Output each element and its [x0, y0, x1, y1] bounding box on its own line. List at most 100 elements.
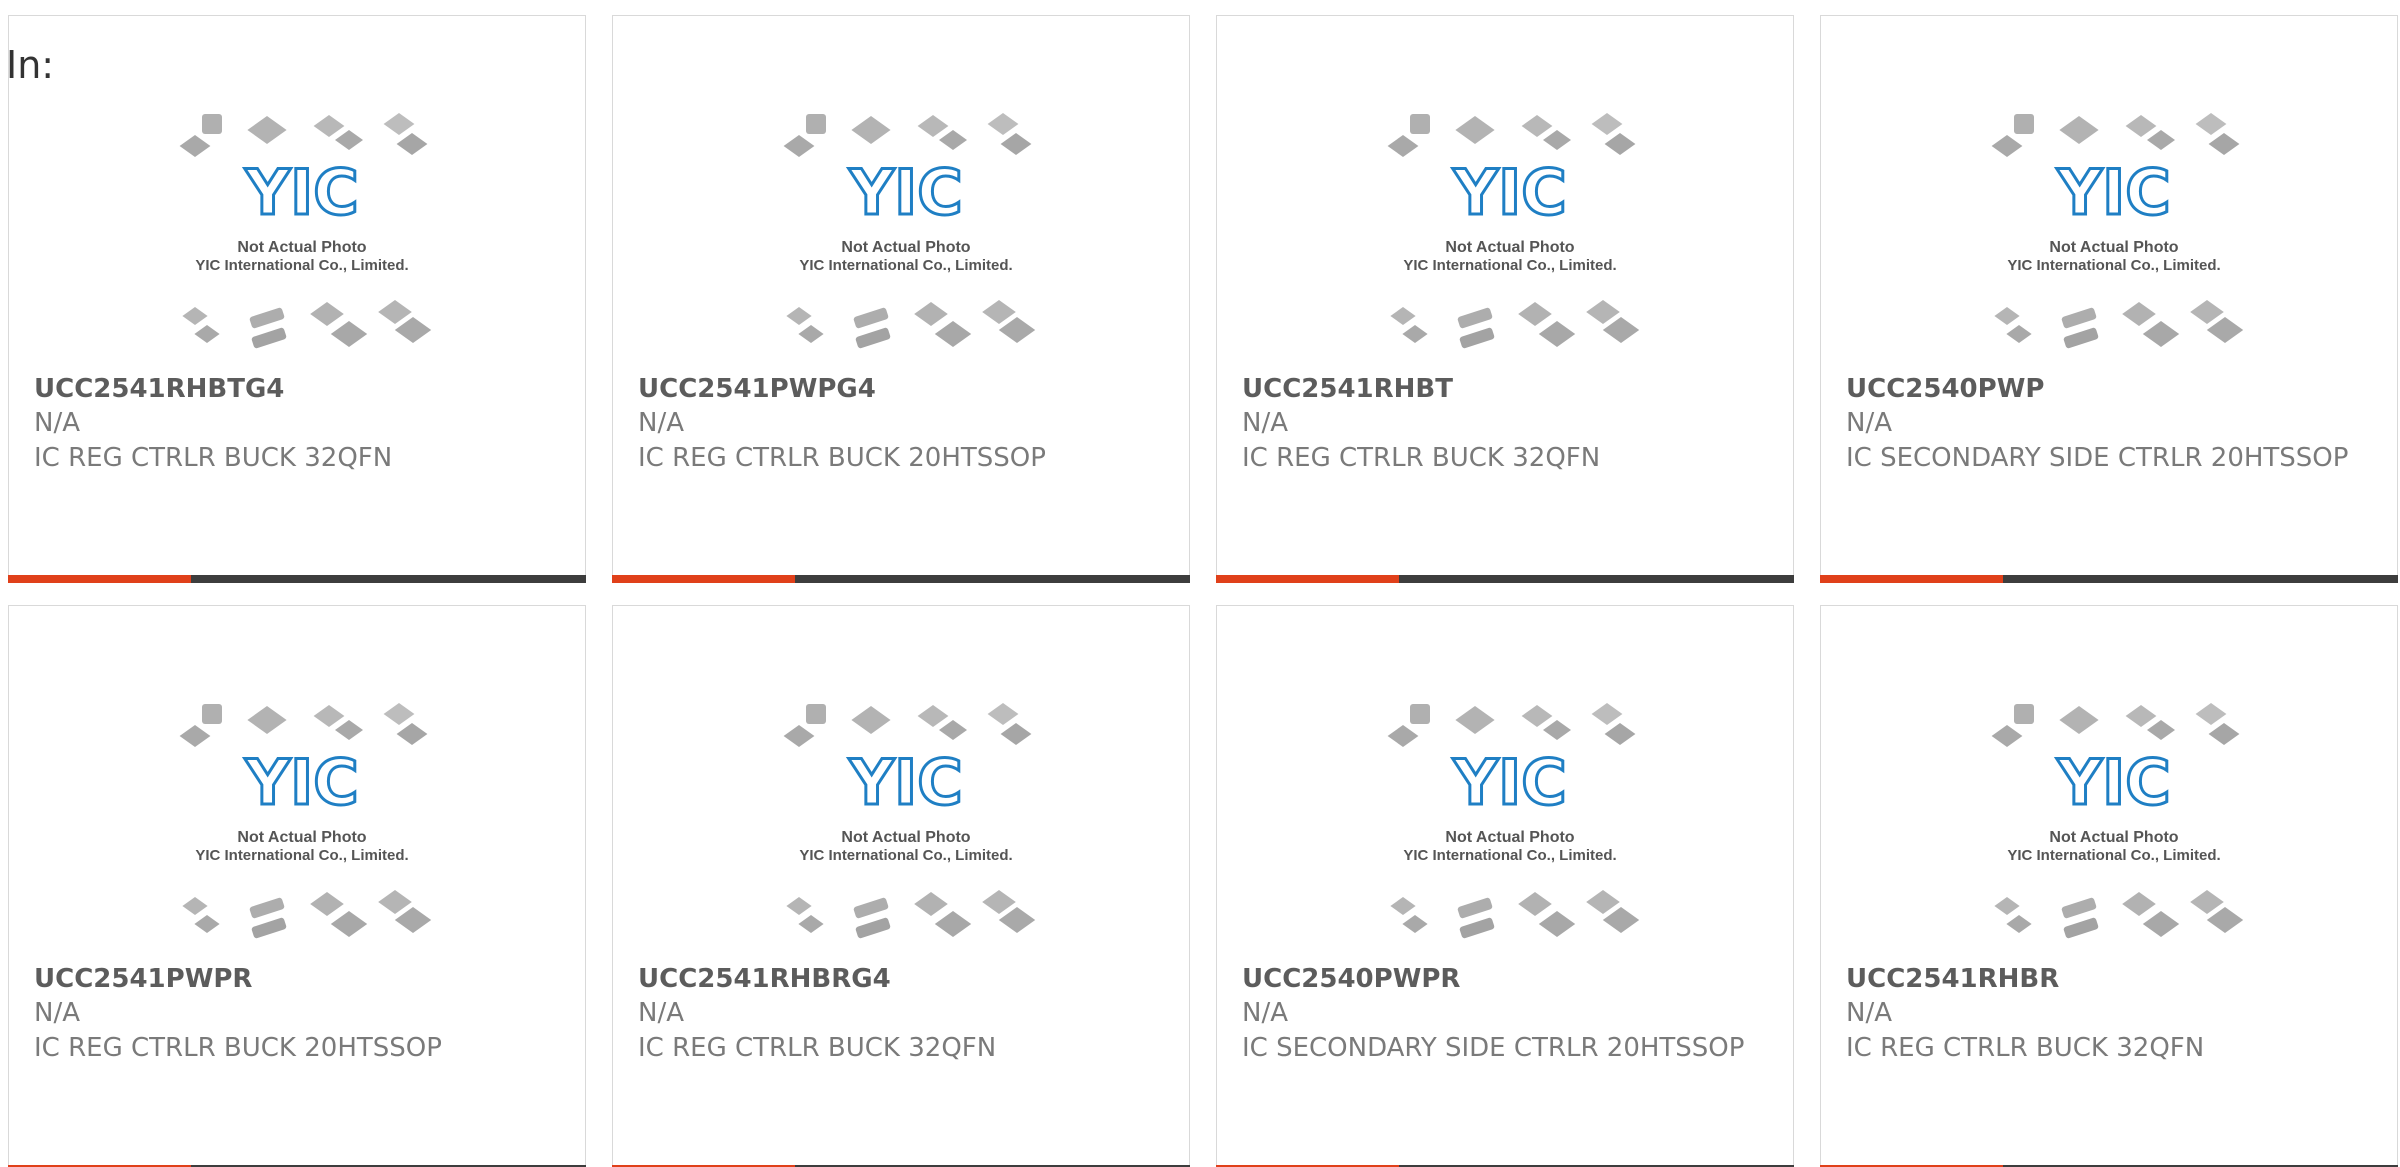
- chip-shape: [2147, 130, 2175, 150]
- chip-shape: [247, 706, 287, 734]
- company-caption: YIC International Co., Limited.: [2007, 257, 2220, 274]
- chip-shape: [1604, 133, 1636, 155]
- chip-shape: [2122, 302, 2156, 326]
- chip-shape: [853, 897, 889, 919]
- chip-shape: [914, 302, 948, 326]
- chip-shape: [335, 720, 363, 740]
- company-caption: YIC International Co., Limited.: [195, 847, 408, 864]
- chip-shape: [1604, 723, 1636, 745]
- product-card[interactable]: YIC Not Actual Photo YIC International Co.…: [1820, 15, 2398, 583]
- chip-shape: [1602, 317, 1640, 343]
- chip-shape: [1538, 321, 1576, 347]
- brand-logo: YIC: [244, 746, 358, 819]
- chip-shape: [396, 723, 428, 745]
- part-number[interactable]: UCC2541RHBR: [1846, 964, 2059, 994]
- chip-shape: [1521, 115, 1553, 137]
- chip-placeholder-graphic: YIC Not Actual PhotoYIC International Co.…: [1991, 703, 2244, 939]
- chip-shape: [1994, 897, 2020, 915]
- chip-shape: [1586, 890, 1620, 914]
- chip-shape: [2206, 317, 2244, 343]
- chip-shape: [1457, 897, 1493, 919]
- photo-caption: Not Actual Photo: [2049, 829, 2178, 846]
- chip-shape: [917, 115, 949, 137]
- product-description: IC REG CTRLR BUCK 32QFN: [1242, 443, 1601, 473]
- chip-shape: [982, 890, 1016, 914]
- chip-shape: [1586, 300, 1620, 324]
- chip-placeholder-graphic: YIC Not Actual PhotoYIC International Co.…: [1387, 113, 1640, 349]
- chip-shape: [378, 300, 412, 324]
- part-number[interactable]: UCC2541PWPR: [34, 964, 252, 994]
- chip-shape: [2208, 723, 2240, 745]
- card-footer-accent: [612, 575, 795, 583]
- manufacturer: N/A: [638, 408, 684, 438]
- chip-placeholder-icon: YIC Not Actual Photo YIC International Co.…: [771, 696, 1041, 948]
- manufacturer: N/A: [34, 998, 80, 1028]
- brand-logo: YIC: [1452, 156, 1566, 229]
- part-number[interactable]: UCC2541RHBTG4: [34, 374, 284, 404]
- chip-shape: [798, 915, 824, 933]
- chip-shape: [1387, 135, 1419, 157]
- card-footer-bar: [1216, 575, 1794, 583]
- part-number[interactable]: UCC2541RHBT: [1242, 374, 1453, 404]
- brand-logo: YIC: [244, 156, 358, 229]
- part-number[interactable]: UCC2541RHBRG4: [638, 964, 891, 994]
- chip-shape: [1387, 725, 1419, 747]
- manufacturer: N/A: [1846, 998, 1892, 1028]
- brand-logo: YIC: [2056, 746, 2170, 819]
- card-footer-bar: [612, 575, 1190, 583]
- chip-shape: [2059, 116, 2099, 144]
- chip-shape: [2195, 703, 2227, 725]
- chip-shape: [2195, 113, 2227, 135]
- chip-shape: [998, 907, 1036, 933]
- photo-caption: Not Actual Photo: [237, 829, 366, 846]
- part-number[interactable]: UCC2540PWPR: [1242, 964, 1460, 994]
- company-caption: YIC International Co., Limited.: [1403, 257, 1616, 274]
- chip-shape: [202, 704, 222, 724]
- chip-shape: [1518, 302, 1552, 326]
- product-card[interactable]: YIC Not Actual Photo YIC International Co.…: [8, 15, 586, 583]
- part-number[interactable]: UCC2540PWP: [1846, 374, 2044, 404]
- product-card[interactable]: YIC Not Actual Photo YIC International Co.…: [612, 605, 1190, 1167]
- chip-shape: [2014, 704, 2034, 724]
- photo-caption: Not Actual Photo: [2049, 239, 2178, 256]
- chip-placeholder-graphic: YIC Not Actual PhotoYIC International Co.…: [1991, 113, 2244, 349]
- chip-placeholder-graphic: YIC Not Actual PhotoYIC International Co.…: [179, 113, 432, 349]
- chip-shape: [249, 307, 285, 329]
- chip-shape: [786, 307, 812, 325]
- chip-shape: [2142, 321, 2180, 347]
- product-description: IC REG CTRLR BUCK 32QFN: [638, 1033, 997, 1063]
- chip-shape: [310, 892, 344, 916]
- chip-shape: [987, 113, 1019, 135]
- chip-shape: [1591, 703, 1623, 725]
- chip-placeholder-icon: YIC Not Actual Photo YIC International Co.…: [1979, 696, 2249, 948]
- chip-shape: [2006, 325, 2032, 343]
- company-caption: YIC International Co., Limited.: [195, 257, 408, 274]
- chip-shape: [939, 720, 967, 740]
- chip-shape: [1991, 135, 2023, 157]
- chip-shape: [2122, 892, 2156, 916]
- manufacturer: N/A: [1242, 408, 1288, 438]
- chip-shape: [2190, 890, 2224, 914]
- chip-shape: [396, 133, 428, 155]
- product-card[interactable]: YIC Not Actual Photo YIC International Co.…: [1216, 605, 1794, 1167]
- chip-shape: [2190, 300, 2224, 324]
- chip-shape: [2063, 917, 2099, 939]
- chip-shape: [786, 897, 812, 915]
- chip-shape: [939, 130, 967, 150]
- product-card[interactable]: YIC Not Actual Photo YIC International Co.…: [612, 15, 1190, 583]
- product-card[interactable]: YIC Not Actual Photo YIC International Co.…: [1820, 605, 2398, 1167]
- product-card[interactable]: YIC Not Actual Photo YIC International Co.…: [8, 605, 586, 1167]
- chip-shape: [1410, 114, 1430, 134]
- chip-shape: [998, 317, 1036, 343]
- chip-shape: [1994, 307, 2020, 325]
- card-footer-bar: [8, 575, 586, 583]
- chip-shape: [1402, 325, 1428, 343]
- chip-shape: [914, 892, 948, 916]
- chip-shape: [2125, 115, 2157, 137]
- chip-shape: [851, 706, 891, 734]
- manufacturer: N/A: [1242, 998, 1288, 1028]
- manufacturer: N/A: [1846, 408, 1892, 438]
- part-number[interactable]: UCC2541PWPG4: [638, 374, 876, 404]
- chip-shape: [1455, 116, 1495, 144]
- product-card[interactable]: YIC Not Actual Photo YIC International Co.…: [1216, 15, 1794, 583]
